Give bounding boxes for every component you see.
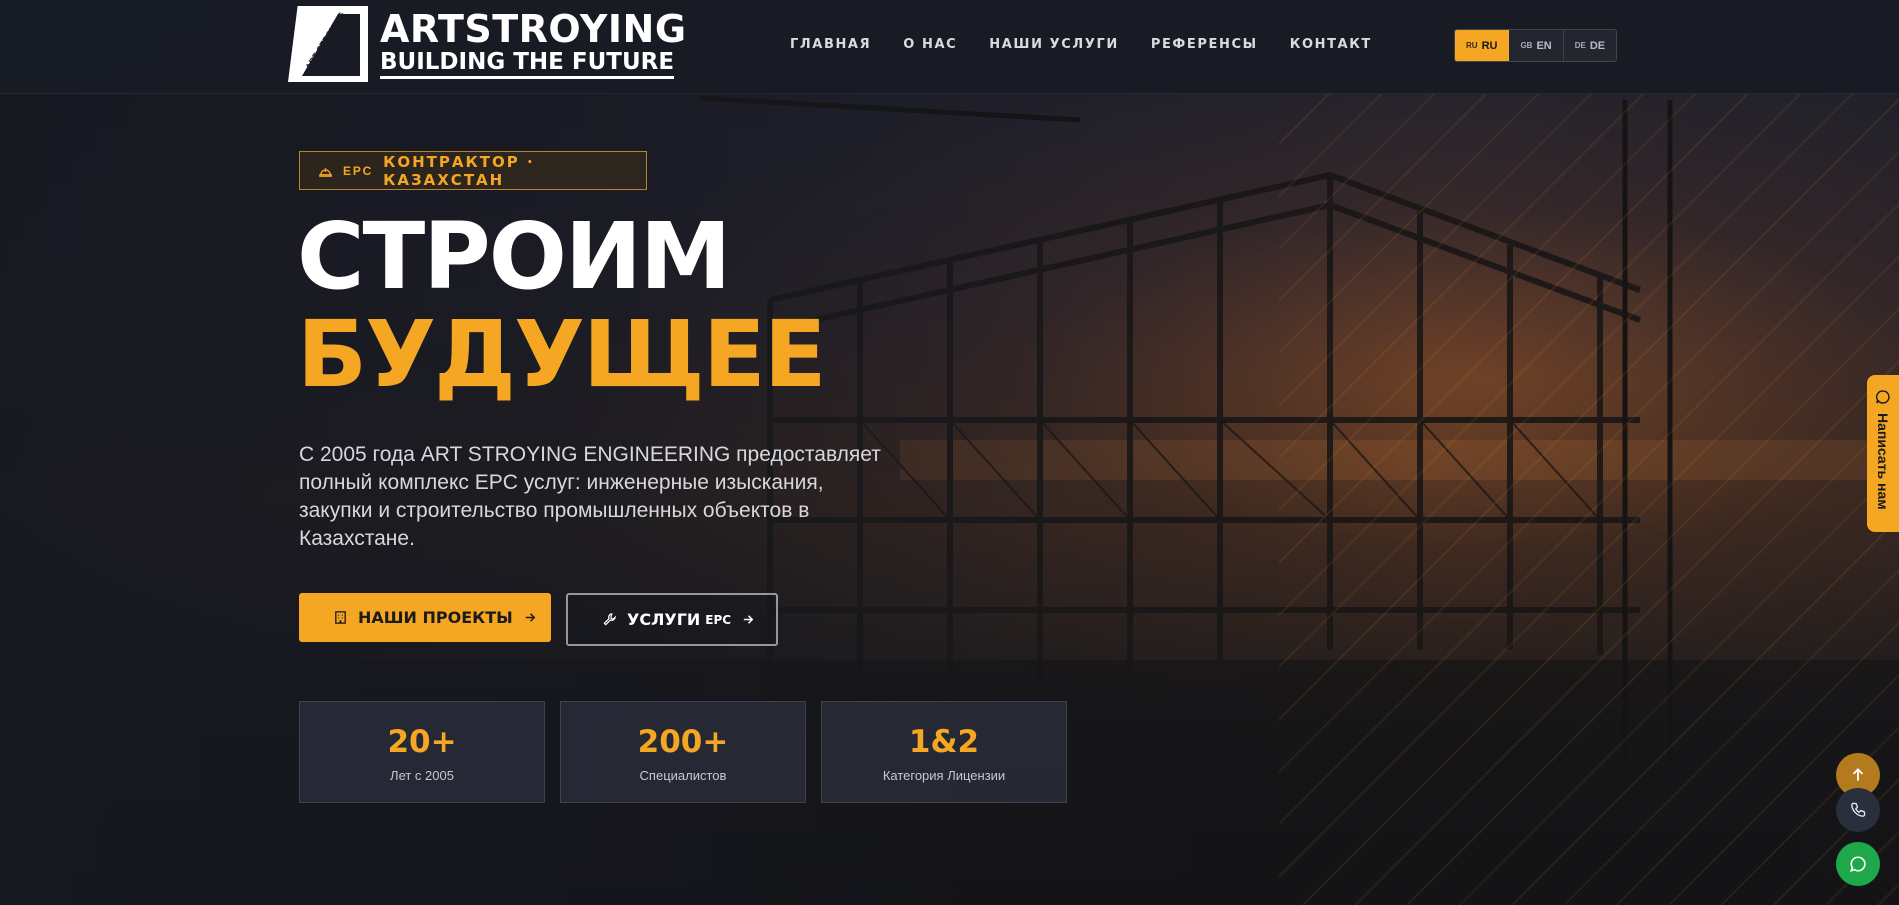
main-nav: ГЛАВНАЯ О НАС НАШИ УСЛУГИ РЕФЕРЕНСЫ КОНТ… <box>790 37 1404 52</box>
badge-text: КОНТРАКТОР · КАЗАХСТАН <box>383 152 535 189</box>
logo-mark-icon: ART STROYING <box>288 6 368 82</box>
lang-button-de[interactable]: DE DE <box>1563 30 1617 61</box>
logo-subtitle: BUILDING THE FUTURE <box>380 49 675 79</box>
logo-title: ARTSTROYING <box>380 7 687 51</box>
lang-label-de: DE <box>1589 39 1606 52</box>
hero-badge: EPC КОНТРАКТОР · КАЗАХСТАН <box>299 151 647 190</box>
phone-icon <box>1851 802 1866 817</box>
nav-link-references[interactable]: РЕФЕРЕНСЫ <box>1151 37 1258 52</box>
wrench-icon <box>603 613 616 626</box>
lang-button-ru[interactable]: RU RU <box>1455 30 1510 61</box>
badge-epc-label: EPC <box>343 163 374 178</box>
nav-link-services[interactable]: НАШИ УСЛУГИ <box>989 37 1119 52</box>
nav-link-about[interactable]: О НАС <box>903 37 957 52</box>
lang-label-en: EN <box>1536 39 1552 52</box>
flag-ru-icon: RU <box>1466 41 1478 50</box>
arrow-right-icon <box>743 615 754 624</box>
stat-value: 200+ <box>637 724 729 760</box>
arrow-right-icon <box>525 613 536 622</box>
chat-bubble-icon <box>1876 390 1890 404</box>
hero-title-line1: СТРОИМ <box>297 203 731 310</box>
language-switcher: RU RU GB EN DE DE <box>1454 29 1618 62</box>
flag-gb-icon: GB <box>1520 41 1533 50</box>
flag-de-icon: DE <box>1574 41 1586 50</box>
arrow-up-icon <box>1852 768 1864 781</box>
hero-title-line2: БУДУЩЕЕ <box>297 301 827 408</box>
our-projects-button[interactable]: НАШИ ПРОЕКТЫ <box>299 593 551 642</box>
stat-card-years: 20+ Лет с 2005 <box>299 701 545 803</box>
stat-card-specialists: 200+ Специалистов <box>560 701 806 803</box>
site-logo[interactable]: ART STROYING ARTSTROYING BUILDING THE FU… <box>288 6 687 82</box>
site-header: ART STROYING ARTSTROYING BUILDING THE FU… <box>0 0 1899 94</box>
epc-services-button[interactable]: УСЛУГИ EPC <box>566 593 778 646</box>
write-to-us-tab[interactable]: Написать нам <box>1867 375 1899 532</box>
write-to-us-label: Написать нам <box>1875 413 1891 510</box>
whatsapp-icon <box>1849 856 1866 873</box>
hard-hat-icon <box>319 167 332 177</box>
hero-lead-text: С 2005 года ART STROYING ENGINEERING пре… <box>299 443 881 550</box>
stat-card-license: 1&2 Категория Лицензии <box>821 701 1067 803</box>
stat-label: Лет с 2005 <box>390 768 454 783</box>
epc-services-label: УСЛУГИ <box>627 610 701 629</box>
call-button[interactable] <box>1836 788 1880 832</box>
decorative-stripes <box>1279 94 1899 905</box>
lang-button-en[interactable]: GB EN <box>1509 30 1564 61</box>
stat-value: 1&2 <box>908 724 980 760</box>
nav-link-home[interactable]: ГЛАВНАЯ <box>790 37 871 52</box>
building-icon <box>335 611 346 624</box>
lang-label-ru: RU <box>1481 39 1498 52</box>
epc-services-label-small: EPC <box>705 612 732 627</box>
stat-label: Специалистов <box>639 768 727 783</box>
hero-title: СТРОИМ БУДУЩЕЕ <box>297 203 827 408</box>
whatsapp-button[interactable] <box>1836 842 1880 886</box>
nav-link-contact[interactable]: КОНТАКТ <box>1290 37 1372 52</box>
stat-value: 20+ <box>387 724 457 760</box>
our-projects-label: НАШИ ПРОЕКТЫ <box>358 608 513 627</box>
stat-label: Категория Лицензии <box>882 768 1006 783</box>
logo-text: ARTSTROYING BUILDING THE FUTURE <box>380 9 687 79</box>
